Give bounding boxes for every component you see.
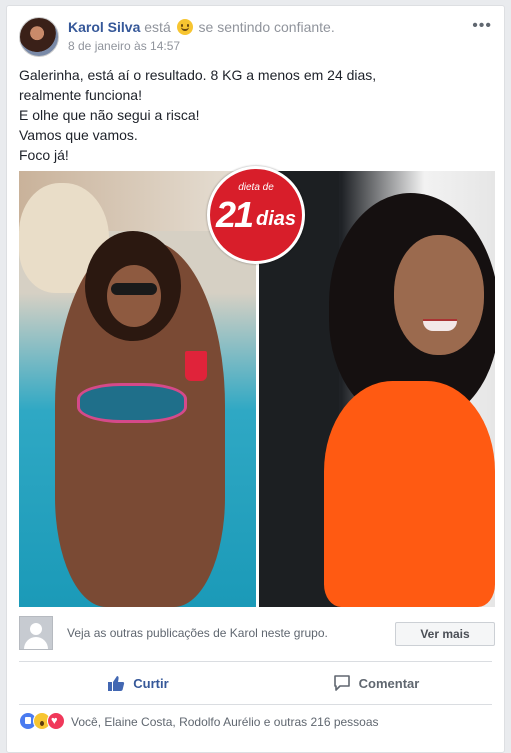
- comment-label: Comentar: [358, 675, 420, 691]
- smile-shape: [423, 319, 457, 331]
- face-shape: [394, 235, 484, 355]
- feeling-text: se sentindo confiante.: [198, 19, 335, 35]
- diet-logo-badge: dieta de 21 dias: [207, 166, 305, 264]
- post-text-line: E olhe que não segui a risca!: [19, 107, 200, 123]
- author-avatar[interactable]: [19, 17, 59, 57]
- post-header: Karol Silva está se sentindo confiante. …: [19, 17, 492, 61]
- thumbs-up-icon: [108, 676, 125, 691]
- post-actions: Curtir Comentar: [19, 662, 492, 704]
- other-posts-text: Veja as outras publicações de Karol nest…: [67, 626, 328, 640]
- author-name-link[interactable]: Karol Silva: [68, 19, 140, 35]
- post-text-line: Galerinha, está aí o resultado. 8 KG a m…: [19, 67, 377, 83]
- reactions-summary[interactable]: Você, Elaine Costa, Rodolfo Aurélio e ou…: [71, 715, 379, 729]
- badge-number: 21: [216, 194, 254, 235]
- more-options-icon[interactable]: •••: [472, 18, 492, 34]
- comment-button[interactable]: Comentar: [257, 662, 495, 704]
- default-avatar-icon: [19, 616, 53, 650]
- post-card: Karol Silva está se sentindo confiante. …: [6, 5, 505, 753]
- badge-small-text: dieta de: [238, 182, 274, 193]
- other-posts-row: Veja as outras publicações de Karol nest…: [19, 614, 495, 654]
- see-more-button[interactable]: Ver mais: [395, 622, 495, 646]
- post-author-line: Karol Silva está se sentindo confiante.: [68, 19, 335, 35]
- post-text-line: Vamos que vamos.: [19, 127, 138, 143]
- feeling-prefix: está: [144, 19, 171, 35]
- reactions-row[interactable]: Você, Elaine Costa, Rodolfo Aurélio e ou…: [19, 711, 492, 733]
- comment-bubble-icon: [333, 675, 350, 691]
- swimsuit-shape: [77, 383, 187, 423]
- face-shape: [107, 265, 161, 327]
- smiling-face-icon: [176, 19, 193, 35]
- post-timestamp[interactable]: 8 de janeiro às 14:57: [68, 39, 180, 53]
- reaction-icons: [19, 712, 71, 730]
- love-reaction-icon: [47, 712, 65, 730]
- post-text-line: realmente funciona!: [19, 87, 142, 103]
- red-cup-shape: [185, 351, 207, 381]
- post-text-line: Foco já!: [19, 147, 69, 163]
- like-button[interactable]: Curtir: [19, 662, 257, 704]
- post-text: Galerinha, está aí o resultado. 8 KG a m…: [19, 65, 489, 165]
- orange-shirt-shape: [324, 381, 495, 607]
- like-label: Curtir: [133, 675, 169, 691]
- badge-word: dias: [256, 208, 297, 230]
- divider: [19, 704, 492, 705]
- sunglasses-shape: [111, 283, 157, 295]
